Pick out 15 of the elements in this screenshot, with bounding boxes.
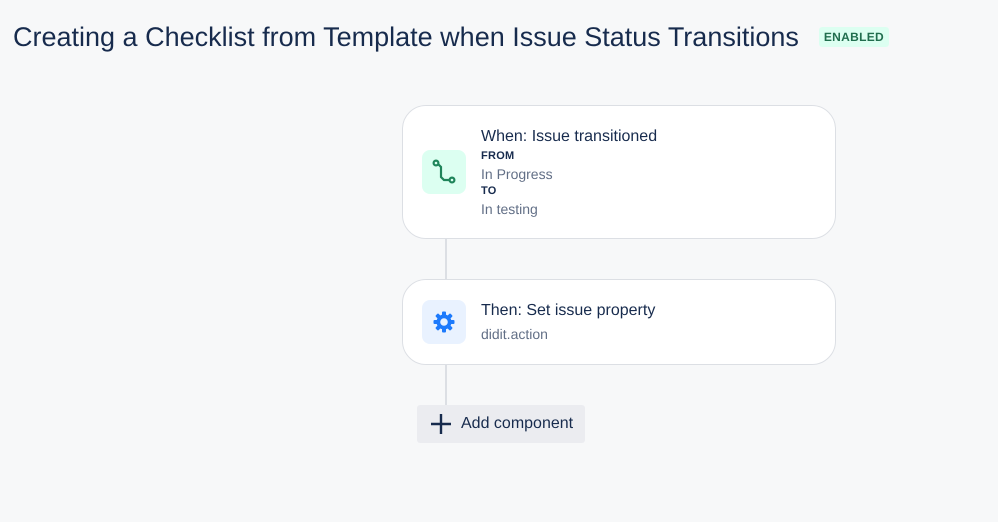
component-title: Then: Set issue property (481, 301, 656, 321)
status-badge: ENABLED (818, 27, 889, 47)
field-value: In testing (481, 200, 539, 218)
page-title: Creating a Checklist from Template when Issue Status Transitions (13, 21, 799, 54)
rule-component-card[interactable]: Then: Set issue property didit.action (402, 279, 836, 365)
gear-icon (422, 300, 466, 344)
transition-icon (422, 150, 466, 194)
field-label: FROM (481, 149, 516, 164)
field-value: In Progress (481, 165, 554, 183)
rule-component-card[interactable]: When: Issue transitioned FROM In Progress TO In testing (402, 105, 836, 239)
field-label: TO (481, 184, 498, 199)
add-component-button[interactable]: Add component (417, 405, 586, 443)
plus-icon (429, 412, 453, 436)
component-title: When: Issue transitioned (481, 127, 658, 147)
component-subtitle: didit.action (481, 325, 549, 344)
